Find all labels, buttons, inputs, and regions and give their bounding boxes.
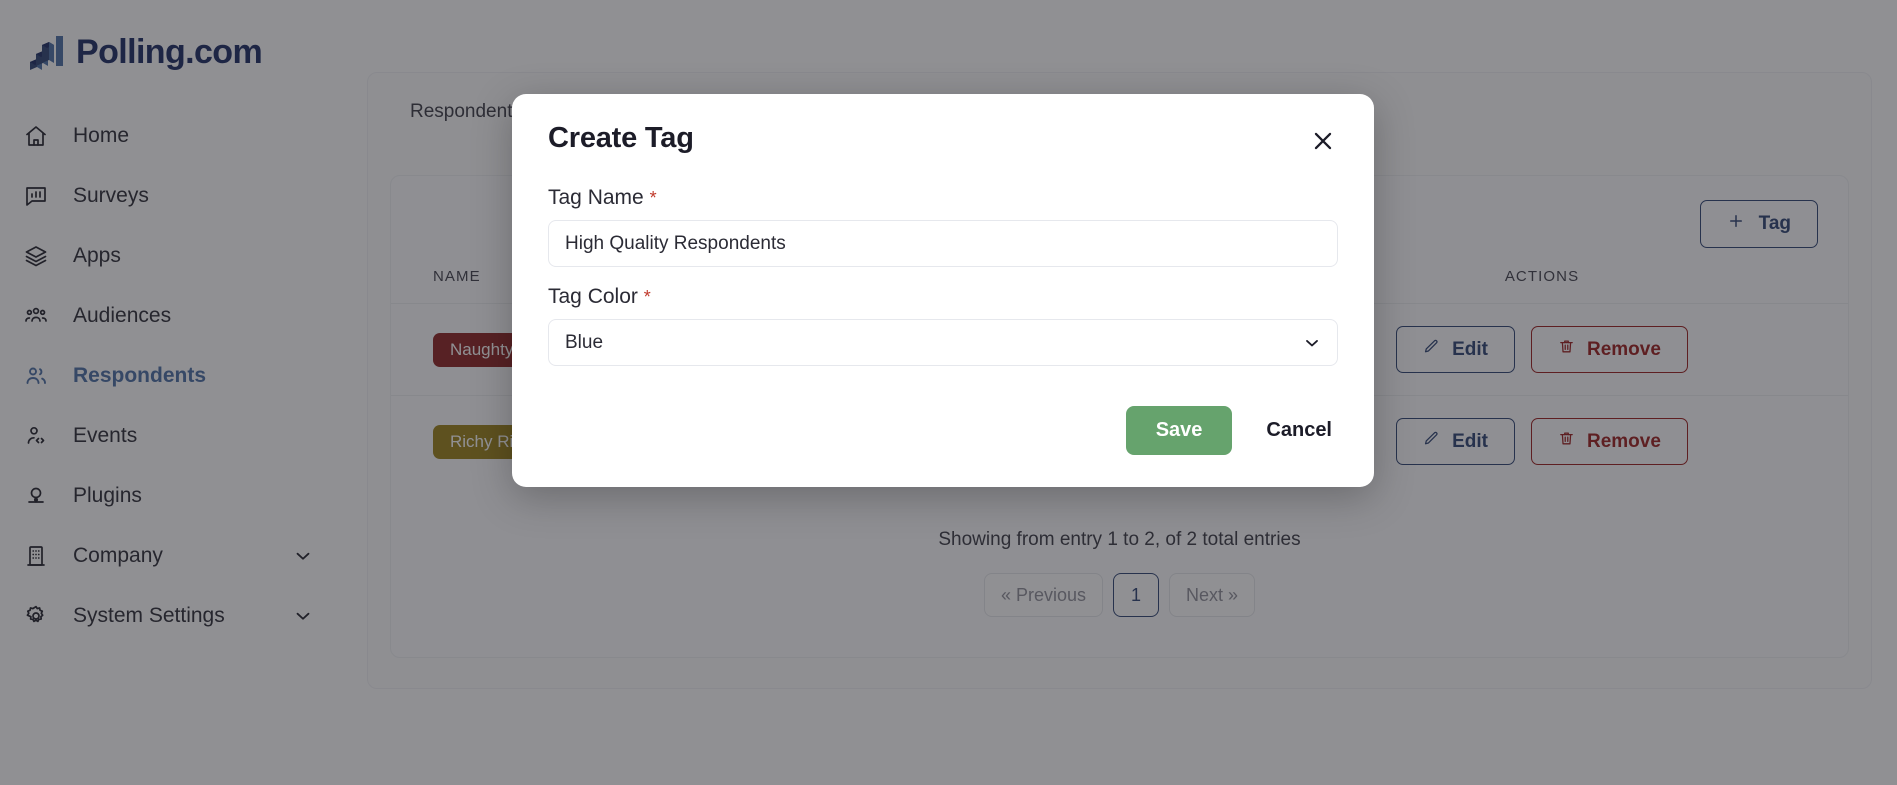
tag-color-select[interactable] <box>548 319 1338 366</box>
tag-color-label: Tag Color * <box>548 285 1338 309</box>
tag-name-field: Tag Name * <box>548 186 1338 267</box>
tag-color-select-wrapper <box>548 319 1338 366</box>
modal-header: Create Tag <box>512 94 1374 160</box>
cancel-button[interactable]: Cancel <box>1260 406 1338 455</box>
tag-name-label: Tag Name * <box>548 186 1338 210</box>
save-button[interactable]: Save <box>1125 406 1233 455</box>
create-tag-modal: Create Tag Tag Name * Tag Color * <box>512 94 1374 487</box>
close-icon[interactable] <box>1304 122 1342 160</box>
modal-title: Create Tag <box>548 122 694 154</box>
tag-name-label-text: Tag Name <box>548 186 644 209</box>
required-marker: * <box>649 188 657 208</box>
tag-color-field: Tag Color * <box>548 285 1338 366</box>
tag-name-input[interactable] <box>548 220 1338 267</box>
modal-footer: Save Cancel <box>512 384 1374 455</box>
modal-body: Tag Name * Tag Color * <box>512 160 1374 366</box>
tag-color-label-text: Tag Color <box>548 285 638 308</box>
required-marker: * <box>643 287 651 307</box>
